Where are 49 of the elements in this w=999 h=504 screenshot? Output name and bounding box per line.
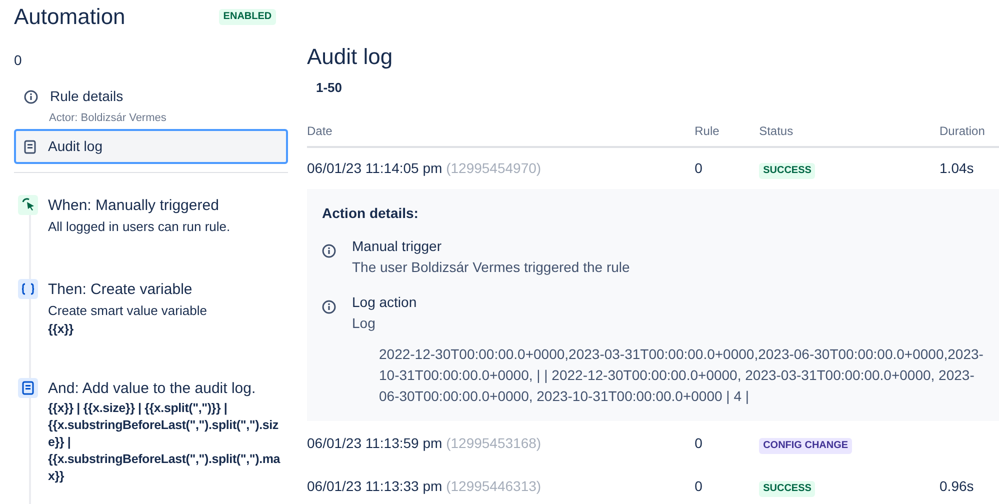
document-icon <box>24 140 36 154</box>
column-header: Rule <box>694 122 720 140</box>
column-header: Duration <box>940 122 986 140</box>
action-description: Log <box>352 314 376 333</box>
section-title: Audit log <box>307 44 394 70</box>
execution-id: (12995446313) <box>446 478 542 494</box>
rule-cell: 0 <box>694 160 702 176</box>
status-badge: SUCCESS <box>759 480 816 497</box>
step-title[interactable]: And: Add value to the audit log. <box>48 378 280 400</box>
sidebar-item-label: Rule details <box>50 87 124 106</box>
action-title: Manual trigger <box>352 236 442 256</box>
execution-id: (12995454970) <box>446 160 542 176</box>
step-title[interactable]: When: Manually triggered <box>48 194 230 218</box>
status-badge: CONFIG CHANGE <box>759 438 852 454</box>
date-text: 06/01/23 11:13:59 pm <box>307 434 442 451</box>
document-icon <box>22 380 34 395</box>
column-header: Date <box>307 122 334 140</box>
info-icon <box>322 300 336 314</box>
execution-id: (12995453168) <box>446 434 542 451</box>
braces-icon <box>21 282 35 295</box>
step-description: All logged in users can run rule. <box>48 218 230 236</box>
details-title: Action details: <box>322 204 420 223</box>
sidebar-item-label: Audit log <box>48 136 102 156</box>
log-row[interactable]: 06/01/23 11:14:05 pm (12995454970) 0 SUCCESS 1.04s <box>307 148 999 189</box>
info-icon <box>24 90 38 104</box>
duration-cell: 0.96s <box>940 478 974 494</box>
rule-cell: 0 <box>694 434 702 451</box>
rule-cell: 0 <box>694 478 702 494</box>
action-title: Log action <box>352 292 417 312</box>
date-text: 06/01/23 11:14:05 pm <box>307 160 442 176</box>
log-row[interactable]: 06/01/23 11:13:59 pm (12995453168) 0 CONFIG CHANGE <box>307 422 999 464</box>
duration-cell: 1.04s <box>940 160 974 176</box>
smart-value-code: {{x}} <box>48 320 74 338</box>
cursor-click-icon <box>22 198 34 212</box>
status-badge: SUCCESS <box>759 162 816 179</box>
page-title: Automation <box>14 4 126 30</box>
sidebar-item[interactable]: Audit log <box>14 128 288 164</box>
action-description: The user Boldizsár Vermes triggered the rule <box>352 258 630 277</box>
page-range: 1-50 <box>316 79 344 98</box>
status-badge: ENABLED <box>219 9 276 26</box>
log-output: 2022-12-30T00:00:00.0+0000,2023-03-31T00:00:00.0+0000,2023-06-30T00:00:00.0+0000,2023-10-31T00:00:00.0+0000, | | 2022-12-30T00:00:00.0+0000, 2023-03-31T00:00:00.0+0000, 2023-06-30T00:00:00.0+0000, 2023-10-31T00:00:00.0+0000 | 4 | <box>378 344 984 406</box>
info-icon <box>322 244 336 258</box>
rule-name: 0 <box>14 51 23 70</box>
date-text: 06/01/23 11:13:33 pm <box>307 478 442 494</box>
column-header: Status <box>759 122 794 140</box>
smart-value-code: {{x}} | {{x.size}} | {{x.split(",")}} | {{x.substringBeforeLast(",").split(",").size}} | {{x.substringBeforeLast(",").split(",").max}} <box>48 400 280 486</box>
step-title[interactable]: Then: Create variable <box>48 278 280 302</box>
step-description: Create smart value variable <box>48 302 208 320</box>
log-row[interactable]: 06/01/23 11:13:33 pm (12995446313) 0 SUCCESS 0.96s <box>307 466 999 504</box>
